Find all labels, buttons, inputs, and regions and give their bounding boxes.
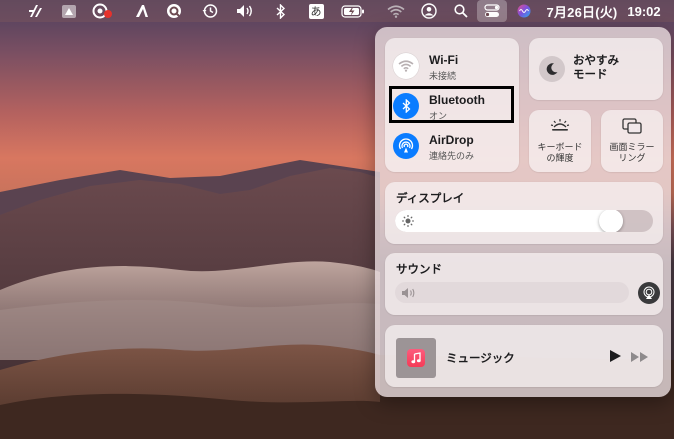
keyboard-brightness-tile[interactable]: キーボード の輝度 <box>529 110 591 172</box>
display-brightness-fill <box>395 210 623 232</box>
focus-tile[interactable]: おやすみ モード <box>529 38 663 100</box>
bluetooth-title: Bluetooth <box>429 93 485 107</box>
wifi-title: Wi-Fi <box>429 53 459 67</box>
music-artwork <box>396 338 436 378</box>
drive-icon[interactable] <box>58 0 80 22</box>
battery-icon[interactable] <box>340 0 366 22</box>
keyboard-brightness-icon <box>550 118 570 137</box>
screen-mirroring-icon <box>622 118 642 139</box>
airdrop-title: AirDrop <box>429 133 474 147</box>
screen-mirroring-label-line2: リング <box>618 153 646 163</box>
bluetooth-icon[interactable] <box>273 0 289 22</box>
display-label: ディスプレイ <box>396 193 465 205</box>
network-tile: Wi-Fi 未接続 Bluetooth オン AirDrop 連絡先のみ <box>385 38 519 172</box>
music-icon <box>407 349 425 367</box>
airdrop-status: 連絡先のみ <box>429 151 475 161</box>
input-method-label: あ <box>308 3 324 19</box>
airdrop-row[interactable]: AirDrop 連絡先のみ <box>385 128 527 164</box>
quicktime-icon[interactable] <box>163 0 185 22</box>
wifi-icon[interactable] <box>393 53 419 79</box>
display-brightness-knob[interactable] <box>599 210 623 232</box>
script-a-icon[interactable] <box>131 0 153 22</box>
focus-label-line2: モード <box>573 69 608 81</box>
speaker-icon <box>401 286 417 303</box>
focus-label-line1: おやすみ <box>573 55 619 67</box>
wifi-row[interactable]: Wi-Fi 未接続 <box>385 48 527 84</box>
bluetooth-toggle-icon[interactable] <box>393 93 419 119</box>
bluetooth-row[interactable]: Bluetooth オン <box>385 88 527 124</box>
siri-icon[interactable] <box>514 0 534 22</box>
music-tile[interactable]: ミュージック <box>385 325 663 387</box>
menubar-date[interactable]: 7月26日(火) <box>544 0 620 22</box>
keyboard-brightness-label-line1: キーボード <box>537 142 583 152</box>
airplay-icon[interactable] <box>638 282 660 304</box>
sun-icon <box>401 214 415 232</box>
volume-icon[interactable] <box>234 0 258 22</box>
display-brightness-slider[interactable] <box>395 210 653 232</box>
sound-label: サウンド <box>396 264 442 276</box>
play-icon[interactable] <box>608 349 622 368</box>
keyboard-brightness-label-line2: の輝度 <box>546 153 574 163</box>
screen-mirroring-tile[interactable]: 画面ミラー リング <box>601 110 663 172</box>
time-machine-icon[interactable] <box>199 0 221 22</box>
fast-forward-icon[interactable] <box>630 350 650 368</box>
control-center-icon[interactable] <box>477 0 507 22</box>
screen-mirroring-label-line1: 画面ミラー <box>609 142 655 152</box>
moon-icon <box>539 56 565 82</box>
music-title: ミュージック <box>446 353 515 365</box>
menu-bar: あ 7月26日(火) 19:02 <box>0 0 674 22</box>
input-method-icon[interactable]: あ <box>306 0 326 22</box>
focus-label: おやすみ モード <box>573 54 619 82</box>
control-center-panel: Wi-Fi 未接続 Bluetooth オン AirDrop 連絡先のみ おやす… <box>375 27 671 397</box>
bluetooth-status: オン <box>429 111 448 121</box>
user-icon[interactable] <box>419 0 439 22</box>
creative-cloud-icon[interactable] <box>90 0 116 22</box>
spotlight-icon[interactable] <box>451 0 471 22</box>
wifi-status: 未接続 <box>429 71 457 81</box>
wifi-icon[interactable] <box>385 0 407 22</box>
sound-tile: サウンド <box>385 253 663 315</box>
sound-volume-slider[interactable] <box>395 282 629 303</box>
display-tile: ディスプレイ <box>385 182 663 244</box>
affinity-icon[interactable] <box>26 0 48 22</box>
menubar-time[interactable]: 19:02 <box>624 0 664 22</box>
airdrop-icon[interactable] <box>393 133 419 159</box>
